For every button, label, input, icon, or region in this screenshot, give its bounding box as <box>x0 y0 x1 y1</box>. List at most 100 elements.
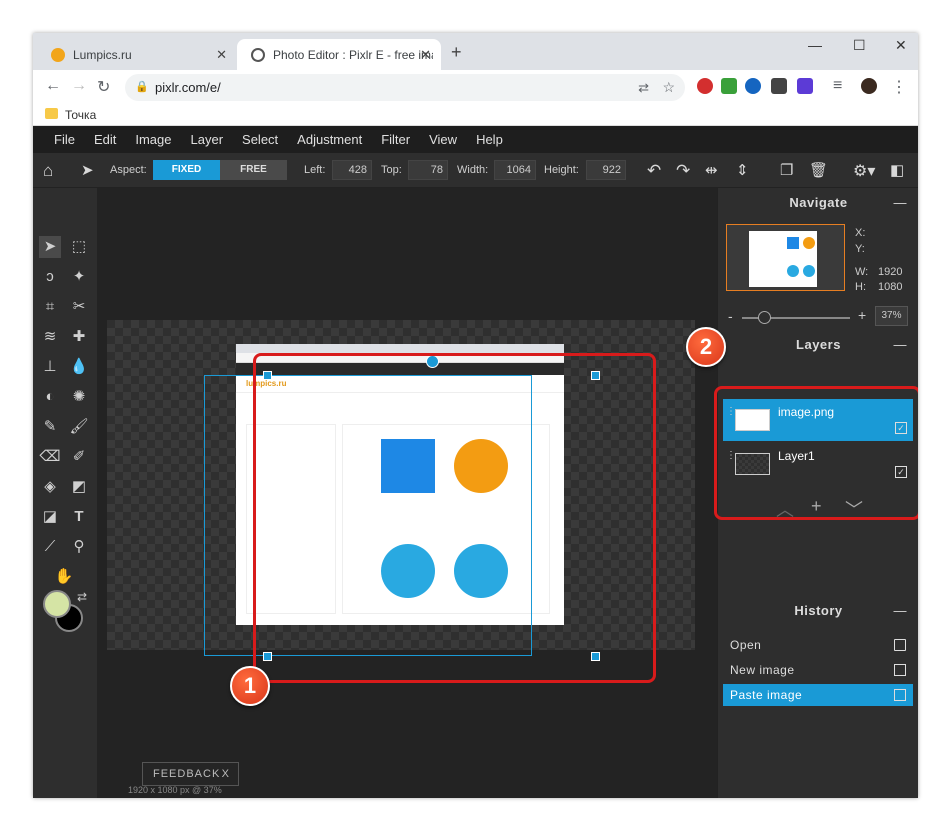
flip-horizontal-icon[interactable]: ⇹ <box>705 161 718 179</box>
menu-layer[interactable]: Layer <box>191 132 224 147</box>
window-close-icon[interactable]: ✕ <box>895 37 907 54</box>
reading-list-icon[interactable]: ≡ <box>833 77 842 95</box>
hand-tool-icon[interactable]: ✋ <box>53 566 75 588</box>
color-replace-tool-icon[interactable]: ✐ <box>68 446 90 468</box>
lasso-tool-icon[interactable]: ↄ <box>39 266 61 288</box>
liquify-tool-icon[interactable]: ≋ <box>39 326 61 348</box>
annotation-badge-1: 1 <box>230 666 270 706</box>
reload-icon[interactable]: ↻ <box>97 77 110 97</box>
zoom-in-icon[interactable]: + <box>858 307 866 323</box>
zoom-tool-icon[interactable]: ⚲ <box>68 536 90 558</box>
bookmark-tochka[interactable]: Точка <box>65 108 96 122</box>
forward-icon[interactable]: → <box>71 77 87 95</box>
collapse-icon[interactable]: — <box>894 598 908 624</box>
menu-adjustment[interactable]: Adjustment <box>297 132 362 147</box>
maximize-icon[interactable]: ☐ <box>853 37 866 54</box>
globe-extension-icon[interactable] <box>745 78 761 94</box>
sponge-tool-icon[interactable]: ✺ <box>68 386 90 408</box>
zoom-out-icon[interactable]: - <box>728 308 733 324</box>
gear-icon[interactable]: ⚙▾ <box>853 161 875 181</box>
height-input[interactable]: 922 <box>586 160 626 180</box>
width-input[interactable]: 1064 <box>494 160 536 180</box>
cutout-tool-icon[interactable]: ✂ <box>68 296 90 318</box>
history-item-paste-image[interactable]: Paste image <box>723 684 913 706</box>
feedback-button[interactable]: FEEDBACK X <box>142 762 239 786</box>
home-icon[interactable]: ⌂ <box>43 161 53 181</box>
more-menu-icon[interactable]: ⋮ <box>891 77 907 97</box>
wand-tool-icon[interactable]: ✦ <box>68 266 90 288</box>
history-title: History <box>794 603 843 618</box>
menu-view[interactable]: View <box>429 132 457 147</box>
annotation-highlight-layers <box>714 386 918 520</box>
marquee-tool-icon[interactable]: ⬚ <box>68 236 90 258</box>
aspect-label: Aspect: <box>110 164 147 176</box>
zoom-input[interactable]: 37% <box>875 306 908 326</box>
url-input[interactable]: 🔒 pixlr.com/e/ ⇄ ☆ <box>125 74 685 101</box>
adblock-extension-icon[interactable] <box>697 78 713 94</box>
menu-select[interactable]: Select <box>242 132 278 147</box>
gradient-tool-icon[interactable]: ◩ <box>68 476 90 498</box>
swap-colors-icon[interactable]: ⇄ <box>77 590 87 604</box>
menu-file[interactable]: File <box>54 132 75 147</box>
rotate-right-icon[interactable]: ↷ <box>676 161 690 181</box>
history-label: Open <box>730 638 762 652</box>
pen-tool-icon[interactable]: ✎ <box>39 416 61 438</box>
feedback-label: FEEDBACK <box>153 768 221 780</box>
close-icon[interactable]: ✕ <box>216 47 227 63</box>
translate-icon[interactable]: ⇄ <box>638 74 649 101</box>
text-tool-icon[interactable]: T <box>68 506 90 528</box>
layers-title: Layers <box>796 337 841 352</box>
trash-icon[interactable]: 🗑 <box>809 161 828 179</box>
fill-tool-icon[interactable]: ◈ <box>39 476 61 498</box>
profile-avatar[interactable] <box>861 78 877 94</box>
canvas-area[interactable]: lumpics.ru 1 <box>97 188 717 798</box>
feedback-close-icon[interactable]: X <box>222 763 230 785</box>
address-bar: ← → ↻ 🔒 pixlr.com/e/ ⇄ ☆ ≡ ⋮ <box>33 70 918 104</box>
aspect-free-button[interactable]: FREE <box>220 160 287 180</box>
blur-tool-icon[interactable]: 💧 <box>68 356 90 378</box>
collapse-icon[interactable]: — <box>894 190 908 216</box>
brush-tool-icon[interactable]: 🖌 <box>68 416 90 438</box>
heal-tool-icon[interactable]: ✚ <box>68 326 90 348</box>
rotate-left-icon[interactable]: ↶ <box>647 161 661 181</box>
top-label: Top: <box>381 164 402 176</box>
history-item-new-image[interactable]: New image <box>723 659 913 681</box>
tab-lumpics[interactable]: Lumpics.ru ✕ <box>37 39 237 70</box>
top-input[interactable]: 78 <box>408 160 448 180</box>
clone-tool-icon[interactable]: ⊥ <box>39 356 61 378</box>
tab-pixlr[interactable]: Photo Editor : Pixlr E - free image ✕ <box>237 39 441 70</box>
menu-image[interactable]: Image <box>135 132 171 147</box>
duplicate-icon[interactable]: ❐ <box>780 161 793 179</box>
back-icon[interactable]: ← <box>45 77 61 95</box>
history-label: Paste image <box>730 688 803 702</box>
minimize-icon[interactable]: — <box>808 37 822 53</box>
shape-tool-icon[interactable]: ◪ <box>39 506 61 528</box>
history-item-open[interactable]: Open <box>723 634 913 656</box>
arrange-tool-icon[interactable]: ➤ <box>39 236 61 258</box>
ad-extension-icon[interactable] <box>797 78 813 94</box>
foreground-color-swatch[interactable] <box>43 590 71 618</box>
panel-toggle-icon[interactable]: ◧ <box>890 161 904 179</box>
crop-tool-icon[interactable]: ⌗ <box>39 296 61 318</box>
menu-edit[interactable]: Edit <box>94 132 116 147</box>
menu-filter[interactable]: Filter <box>381 132 410 147</box>
pixlr-favicon-icon <box>251 47 265 62</box>
aspect-fixed-button[interactable]: FIXED <box>153 160 220 180</box>
right-panel: Navigate — X: Y: W: 1920 H: 1080 - + 37%… <box>714 188 918 798</box>
w-value: 1920 <box>878 266 903 278</box>
check-extension-icon[interactable] <box>721 78 737 94</box>
collapse-icon[interactable]: — <box>894 332 908 358</box>
flip-vertical-icon[interactable]: ⇕ <box>736 161 749 179</box>
close-icon[interactable]: ✕ <box>420 47 431 63</box>
dodge-tool-icon[interactable]: ◐ <box>39 386 61 408</box>
menu-help[interactable]: Help <box>476 132 503 147</box>
eyedropper-tool-icon[interactable]: ⟋ <box>39 536 61 558</box>
star-icon[interactable]: ☆ <box>662 74 675 101</box>
arrange-tool-icon[interactable]: ➤ <box>81 161 94 179</box>
eraser-tool-icon[interactable]: ⌫ <box>39 446 61 468</box>
zoom-slider-handle[interactable] <box>758 311 771 324</box>
navigator-thumbnail[interactable] <box>726 224 845 291</box>
left-input[interactable]: 428 <box>332 160 372 180</box>
cube-extension-icon[interactable] <box>771 78 787 94</box>
new-tab-icon[interactable]: + <box>451 42 462 63</box>
